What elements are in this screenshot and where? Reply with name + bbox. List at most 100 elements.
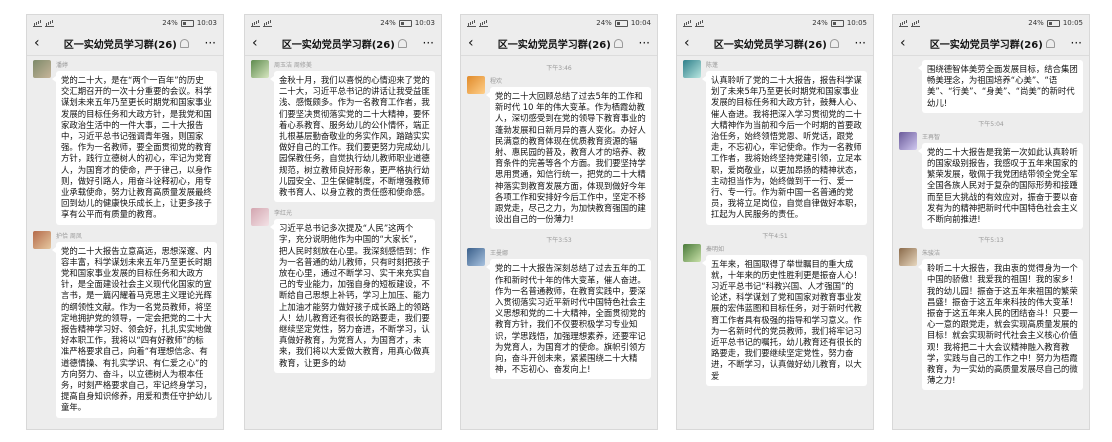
mute-bell-icon [613, 38, 623, 48]
chat-area[interactable]: 下午3:46 程欢 党的二十大回顾总结了过去5年的工作和新时代 10 年的伟大变… [461, 56, 657, 389]
status-time: 10:05 [846, 19, 867, 27]
chat-header: ‹ 区一实幼党员学习群(26) ··· [677, 31, 873, 56]
chat-message: 朱骏洁 聆听二十大报告，我由衷的觉得身为一个中国的骄傲！我爱我的祖国！我的家乡！… [899, 248, 1083, 391]
group-name: 区一实幼党员学习群(26) [497, 39, 611, 51]
battery-percent: 24% [596, 19, 612, 27]
chat-header: ‹ 区一实幼党员学习群(26) ··· [27, 31, 223, 56]
status-bar: 24% 10:05 [677, 15, 873, 31]
battery-icon [180, 19, 194, 27]
signal-icon [467, 20, 488, 27]
message-bubble[interactable]: 认真聆听了党的二十大报告，报告科学谋划了未来5年乃至更长时期党和国家事业发展的目… [702, 71, 867, 225]
chat-message: 周玉洁 周修美 金秋十月，我们以喜悦的心情迎来了党的二十大，习近平总书记的讲话让… [251, 60, 435, 203]
avatar[interactable] [33, 230, 51, 249]
message-bubble[interactable]: 聆听二十大报告，我由衷的觉得身为一个中国的骄傲！我爱我的祖国！我的家乡！我的幼儿… [918, 259, 1083, 391]
back-arrow-icon[interactable]: ‹ [34, 35, 48, 51]
chat-area[interactable]: 陈蓬 认真聆听了党的二十大报告，报告科学谋划了未来5年乃至更长时期党和国家事业发… [677, 56, 873, 396]
back-arrow-icon[interactable]: ‹ [252, 35, 266, 51]
group-title: 区一实幼党员学习群(26) [930, 36, 1055, 51]
group-title: 区一实幼党员学习群(26) [714, 36, 839, 51]
avatar[interactable] [251, 208, 269, 227]
status-time: 10:04 [630, 19, 651, 27]
chat-header: ‹ 区一实幼党员学习群(26) ··· [461, 31, 657, 56]
phone-screenshot: 24% 10:03 ‹ 区一实幼党员学习群(26) ··· 潘婷 党的二十大，是… [26, 14, 224, 430]
message-bubble[interactable]: 五年来，祖国取得了举世瞩目的重大成就，十年来的历史性胜利更是振奋人心！习近平总书… [702, 254, 867, 386]
message-timestamp: 下午3:46 [546, 65, 572, 72]
signal-icon [683, 20, 704, 27]
chat-message: 王再智 党的二十大报告是我第一次如此认真聆听的国家级别报告，我感叹于五年来国家的… [899, 131, 1083, 230]
battery-icon [830, 19, 844, 27]
message-bubble[interactable]: 党的二十大报告深刻总结了过去五年的工作和新时代十年的伟大变革，催人奋进。作为一名… [486, 259, 651, 380]
status-bar: 24% 10:03 [27, 15, 223, 31]
chat-message: 秦明如 五年来，祖国取得了举世瞩目的重大成就，十年来的历史性胜利更是振奋人心！习… [683, 243, 867, 386]
back-arrow-icon[interactable]: ‹ [468, 35, 482, 51]
avatar[interactable] [467, 76, 485, 94]
message-timestamp: 下午4:51 [762, 232, 788, 240]
avatar[interactable] [467, 248, 485, 267]
back-arrow-icon[interactable]: ‹ [900, 35, 914, 51]
back-arrow-icon[interactable]: ‹ [684, 35, 698, 51]
message-bubble[interactable]: 党的二十大报告是我第一次如此认真聆听的国家级别报告，我感叹于五年来国家的繁荣发展… [918, 142, 1083, 230]
avatar[interactable] [683, 243, 701, 262]
battery-percent: 24% [162, 19, 178, 27]
avatar[interactable] [899, 248, 917, 267]
more-options-icon[interactable]: ··· [423, 36, 434, 50]
status-bar: 24% 10:03 [245, 15, 441, 31]
battery-icon [1046, 19, 1060, 27]
sender-name: 李红光 [274, 210, 293, 218]
message-bubble[interactable]: 党的二十大报告立意高远，思想深邃、内容丰富，科学谋划未来五年乃至更长时期党和国家… [52, 241, 217, 418]
avatar[interactable] [899, 131, 917, 150]
chat-area[interactable]: 潘婷 党的二十大，是在“两个一百年”的历史交汇期召开的一次十分重要的会议。科学谋… [27, 56, 223, 428]
group-title: 区一实幼党员学习群(26) [64, 36, 189, 51]
more-options-icon[interactable]: ··· [205, 36, 216, 50]
chat-message: 潘婷 党的二十大，是在“两个一百年”的历史交汇期召开的一次十分重要的会议。科学谋… [33, 60, 217, 225]
battery-percent: 24% [380, 19, 396, 27]
group-name: 区一实幼党员学习群(26) [281, 39, 395, 51]
status-bar: 24% 10:05 [893, 15, 1089, 31]
more-options-icon[interactable]: ··· [855, 36, 866, 50]
chat-area[interactable]: 周玉洁 周修美 金秋十月，我们以喜悦的心情迎来了党的二十大，习近平总书记的讲话让… [245, 56, 441, 383]
battery-percent: 24% [812, 19, 828, 27]
group-title: 区一实幼党员学习群(26) [498, 36, 623, 51]
sender-name: 护恰 周凤 [56, 232, 82, 240]
phone-screenshot: 24% 10:03 ‹ 区一实幼党员学习群(26) ··· 周玉洁 周修美 金秋… [244, 14, 442, 430]
avatar[interactable] [251, 60, 269, 78]
sender-name: 陈蓬 [706, 62, 719, 69]
avatar[interactable] [683, 60, 701, 78]
mute-bell-icon [829, 38, 839, 48]
message-timestamp: 下午3:53 [546, 237, 572, 245]
chat-message: 王曼娜 党的二十大报告深刻总结了过去五年的工作和新时代十年的伟大变革，催人奋进。… [467, 248, 651, 380]
mute-bell-icon [1045, 38, 1055, 48]
phone-screenshot: 24% 10:05 ‹ 区一实幼党员学习群(26) ··· 陈蓬 认真聆听了党的… [676, 14, 874, 430]
message-timestamp: 下午5:13 [978, 237, 1004, 245]
message-timestamp: 下午5:04 [978, 120, 1004, 128]
group-name: 区一实幼党员学习群(26) [929, 39, 1043, 51]
message-bubble[interactable]: 党的二十大，是在“两个一百年”的历史交汇期召开的一次十分重要的会议。科学谋划未来… [52, 71, 217, 225]
chat-message: 程欢 党的二十大回顾总结了过去5年的工作和新时代 10 年的伟大变革。作为栖霞幼… [467, 76, 651, 230]
message-bubble[interactable]: 党的二十大回顾总结了过去5年的工作和新时代 10 年的伟大变革。作为栖霞幼教人，… [486, 87, 651, 230]
signal-icon [33, 20, 54, 27]
battery-percent: 24% [1028, 19, 1044, 27]
message-bubble[interactable]: 金秋十月，我们以喜悦的心情迎来了党的二十大，习近平总书记的讲话让我受益匪浅、感慨… [270, 71, 435, 203]
battery-icon [614, 19, 628, 27]
group-name: 区一实幼党员学习群(26) [713, 39, 827, 51]
more-options-icon[interactable]: ··· [1071, 36, 1082, 50]
sender-name: 潘婷 [56, 62, 69, 69]
chat-header: ‹ 区一实幼党员学习群(26) ··· [245, 31, 441, 56]
sender-name: 王曼娜 [490, 250, 509, 258]
mute-bell-icon [397, 38, 407, 48]
avatar[interactable] [33, 60, 51, 78]
message-bubble[interactable]: 围绕德智体美劳全面发展目标，结合集团畅美理念，为祖国培养“心美”、“语美”、“行… [918, 60, 1083, 113]
chat-message: 陈蓬 认真聆听了党的二十大报告，报告科学谋划了未来5年乃至更长时期党和国家事业发… [683, 60, 867, 225]
phone-screenshot: 24% 10:05 ‹ 区一实幼党员学习群(26) ··· 围绕德智体美劳全面发… [892, 14, 1090, 430]
more-options-icon[interactable]: ··· [639, 36, 650, 50]
signal-icon [899, 20, 920, 27]
group-name: 区一实幼党员学习群(26) [63, 39, 177, 51]
sender-name: 朱骏洁 [922, 250, 941, 258]
battery-icon [398, 19, 412, 27]
chat-message: 围绕德智体美劳全面发展目标，结合集团畅美理念，为祖国培养“心美”、“语美”、“行… [899, 60, 1083, 113]
message-bubble[interactable]: 习近平总书记多次提及“人民”这两个字，充分说明他作为中国的“大家长”，把人民时刻… [270, 219, 435, 373]
chat-message: 李红光 习近平总书记多次提及“人民”这两个字，充分说明他作为中国的“大家长”，把… [251, 208, 435, 373]
sender-name: 周玉洁 周修美 [274, 62, 312, 69]
status-time: 10:03 [196, 19, 217, 27]
chat-area[interactable]: 围绕德智体美劳全面发展目标，结合集团畅美理念，为祖国培养“心美”、“语美”、“行… [893, 56, 1089, 400]
